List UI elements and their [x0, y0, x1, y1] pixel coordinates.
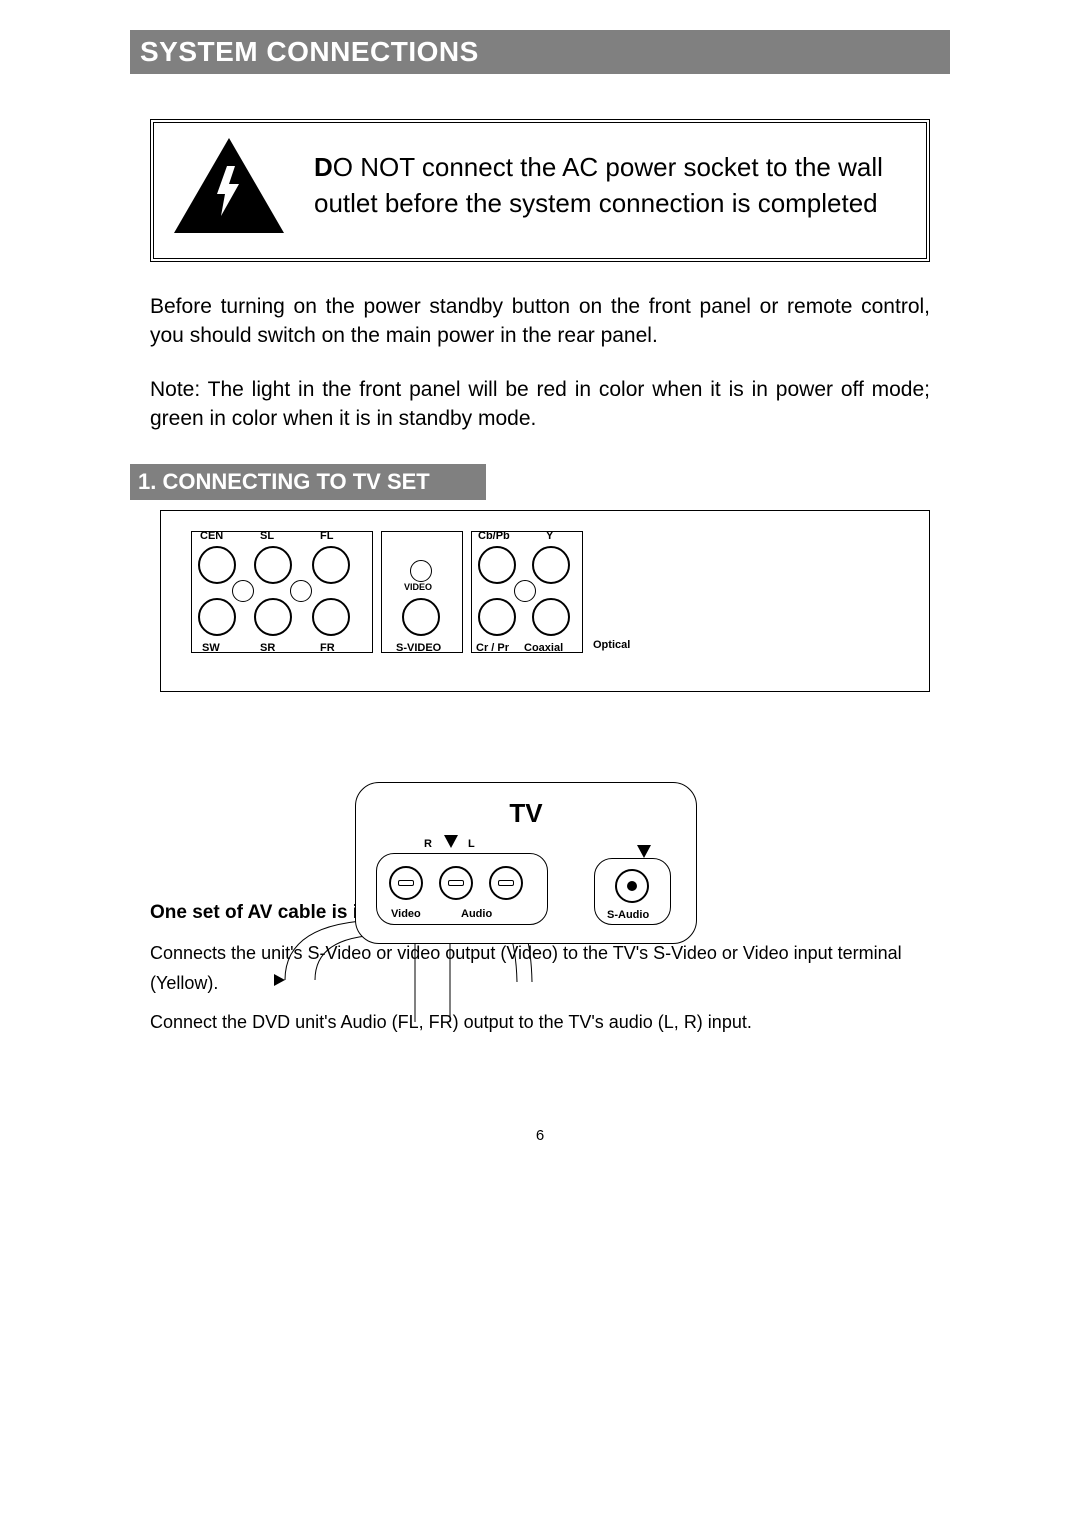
- speaker-jack-group: CEN SL FL SW SR FR: [191, 531, 373, 653]
- connection-diagram: CEN SL FL SW SR FR VIDEO S-VIDEO: [150, 510, 930, 872]
- jack-sw: [198, 598, 236, 636]
- arrow-down-tv-icon: [444, 835, 458, 848]
- jack-comp-mid: [514, 580, 536, 602]
- intro-paragraph-1: Before turning on the power standby butt…: [150, 292, 930, 351]
- label-sr: SR: [260, 642, 275, 654]
- intro-paragraph-2: Note: The light in the front panel will …: [150, 375, 930, 434]
- jack-cen: [198, 546, 236, 584]
- jack-fr: [312, 598, 350, 636]
- warning-box: DO NOT connect the AC power socket to th…: [150, 119, 930, 262]
- arrow-to-video-icon: [274, 974, 285, 986]
- jack-y: [532, 546, 570, 584]
- jack-cbpb: [478, 546, 516, 584]
- jack-extra1: [232, 580, 254, 602]
- tv-saudio-group: S-Audio: [594, 858, 671, 925]
- jack-coax: [532, 598, 570, 636]
- jack-crpr: [478, 598, 516, 636]
- page: SYSTEM CONNECTIONS DO NOT connect the AC…: [0, 0, 1080, 1184]
- tv-label-r: R: [424, 838, 432, 850]
- sub-heading: 1. CONNECTING TO TV SET: [130, 464, 486, 500]
- tv-jack-audio-l: [489, 866, 523, 900]
- sub-heading-wrap: 1. CONNECTING TO TV SET: [130, 464, 950, 500]
- warning-triangle-icon: [174, 138, 284, 233]
- jack-svideo: [402, 598, 440, 636]
- page-title-bar: SYSTEM CONNECTIONS: [130, 30, 950, 74]
- warning-body: O NOT connect the AC power socket to the…: [314, 152, 883, 217]
- tv-jack-video: [389, 866, 423, 900]
- warning-lead-letter: D: [314, 152, 333, 182]
- jack-sr: [254, 598, 292, 636]
- tv-label-audio: Audio: [461, 908, 492, 920]
- jack-fl: [312, 546, 350, 584]
- rear-panel: CEN SL FL SW SR FR VIDEO S-VIDEO: [160, 510, 930, 692]
- warning-text: DO NOT connect the AC power socket to th…: [314, 150, 906, 220]
- cable-run: TV R L Video Audio S-Audio: [160, 782, 930, 872]
- label-sw: SW: [202, 642, 220, 654]
- lightning-bolt-icon: [215, 166, 243, 216]
- jack-sl: [254, 546, 292, 584]
- tv-av-group: Video Audio: [376, 853, 548, 925]
- label-cen: CEN: [200, 530, 223, 542]
- tv-title: TV: [509, 798, 542, 829]
- page-number: 6: [130, 1127, 950, 1144]
- tv-box: TV R L Video Audio S-Audio: [355, 782, 697, 944]
- tv-label-saudio: S-Audio: [607, 909, 649, 921]
- label-optical: Optical: [593, 639, 630, 651]
- label-video: VIDEO: [404, 582, 432, 592]
- label-crpr: Cr / Pr: [476, 642, 509, 654]
- jack-video: [410, 560, 432, 582]
- label-coax: Coaxial: [524, 642, 563, 654]
- tv-jack-saudio: [615, 869, 649, 903]
- tv-label-l: L: [468, 838, 475, 850]
- label-svideo: S-VIDEO: [396, 642, 441, 654]
- tv-label-video: Video: [391, 908, 421, 920]
- video-jack-group: VIDEO S-VIDEO: [381, 531, 463, 653]
- label-fl: FL: [320, 530, 333, 542]
- label-y: Y: [546, 530, 553, 542]
- label-cbpb: Cb/Pb: [478, 530, 510, 542]
- label-fr: FR: [320, 642, 335, 654]
- label-sl: SL: [260, 530, 274, 542]
- jack-extra2: [290, 580, 312, 602]
- arrow-down-saudio-icon: [637, 845, 651, 858]
- component-jack-group: Cb/Pb Y Cr / Pr Coaxial: [471, 531, 583, 653]
- tv-jack-audio-r: [439, 866, 473, 900]
